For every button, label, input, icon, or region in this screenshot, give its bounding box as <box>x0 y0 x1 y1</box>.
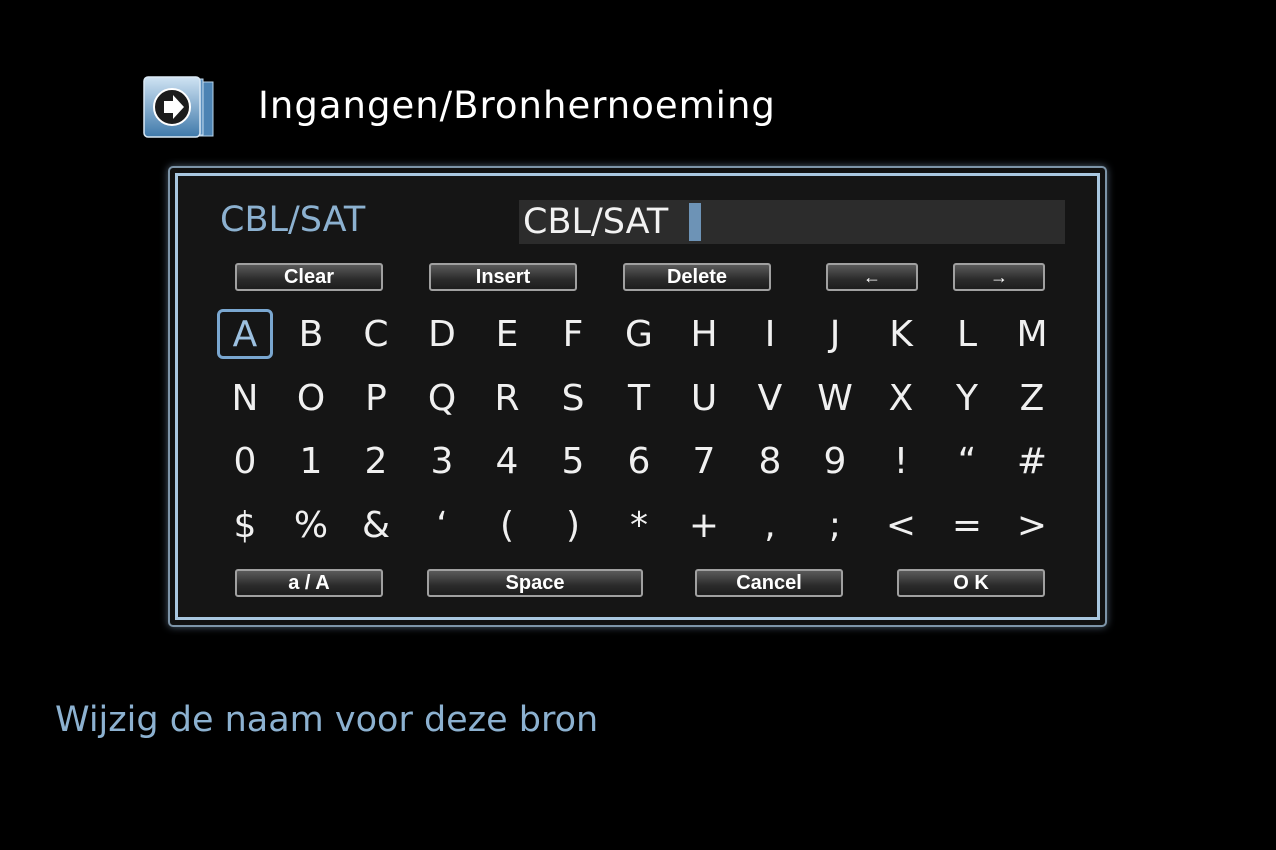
key-3-11[interactable]: = <box>939 500 995 550</box>
cursor-left-button[interactable]: ← <box>826 263 918 291</box>
key-3-3[interactable]: ‘ <box>414 500 470 550</box>
key-0-1[interactable]: B <box>283 309 339 359</box>
key-0-6[interactable]: G <box>611 309 667 359</box>
key-1-12[interactable]: Z <box>1004 373 1060 423</box>
hint-text: Wijzig de naam voor deze bron <box>55 700 599 740</box>
key-3-12[interactable]: > <box>1004 500 1060 550</box>
key-3-7[interactable]: + <box>676 500 732 550</box>
key-1-4[interactable]: R <box>479 373 535 423</box>
ok-button[interactable]: O K <box>897 569 1045 597</box>
key-1-3[interactable]: Q <box>414 373 470 423</box>
key-3-9[interactable]: ; <box>807 500 863 550</box>
cancel-button[interactable]: Cancel <box>695 569 843 597</box>
name-input-value: CBL/SAT <box>523 202 669 242</box>
clear-button[interactable]: Clear <box>235 263 383 291</box>
key-2-12[interactable]: # <box>1004 436 1060 486</box>
key-1-5[interactable]: S <box>545 373 601 423</box>
key-0-3[interactable]: D <box>414 309 470 359</box>
name-input[interactable]: CBL/SAT <box>519 200 1065 244</box>
screen: Ingangen/Bronhernoeming CBL/SAT CBL/SAT … <box>0 0 1276 850</box>
key-3-6[interactable]: * <box>611 500 667 550</box>
case-toggle-button[interactable]: a / A <box>235 569 383 597</box>
key-0-7[interactable]: H <box>676 309 732 359</box>
key-2-5[interactable]: 5 <box>545 436 601 486</box>
key-2-10[interactable]: ! <box>873 436 929 486</box>
key-1-11[interactable]: Y <box>939 373 995 423</box>
key-0-11[interactable]: L <box>939 309 995 359</box>
key-0-9[interactable]: J <box>807 309 863 359</box>
key-3-8[interactable]: , <box>742 500 798 550</box>
key-2-3[interactable]: 3 <box>414 436 470 486</box>
key-2-1[interactable]: 1 <box>283 436 339 486</box>
key-3-1[interactable]: % <box>283 500 339 550</box>
key-2-11[interactable]: “ <box>939 436 995 486</box>
text-cursor <box>689 203 701 241</box>
key-1-0[interactable]: N <box>217 373 273 423</box>
key-2-0[interactable]: 0 <box>217 436 273 486</box>
key-1-1[interactable]: O <box>283 373 339 423</box>
key-2-4[interactable]: 4 <box>479 436 535 486</box>
key-1-8[interactable]: V <box>742 373 798 423</box>
key-3-5[interactable]: ) <box>545 500 601 550</box>
key-1-6[interactable]: T <box>611 373 667 423</box>
key-0-5[interactable]: F <box>545 309 601 359</box>
key-1-7[interactable]: U <box>676 373 732 423</box>
key-0-10[interactable]: K <box>873 309 929 359</box>
key-0-4[interactable]: E <box>479 309 535 359</box>
insert-button[interactable]: Insert <box>429 263 577 291</box>
space-button[interactable]: Space <box>427 569 643 597</box>
key-1-10[interactable]: X <box>873 373 929 423</box>
field-label: CBL/SAT <box>220 200 366 240</box>
key-0-0[interactable]: A <box>217 309 273 359</box>
delete-button[interactable]: Delete <box>623 263 771 291</box>
cursor-right-button[interactable]: → <box>953 263 1045 291</box>
key-0-2[interactable]: C <box>348 309 404 359</box>
key-3-10[interactable]: < <box>873 500 929 550</box>
key-0-8[interactable]: I <box>742 309 798 359</box>
key-2-9[interactable]: 9 <box>807 436 863 486</box>
key-2-2[interactable]: 2 <box>348 436 404 486</box>
key-2-8[interactable]: 8 <box>742 436 798 486</box>
key-2-7[interactable]: 7 <box>676 436 732 486</box>
key-3-4[interactable]: ( <box>479 500 535 550</box>
page-title: Ingangen/Bronhernoeming <box>258 84 776 127</box>
input-arrow-icon <box>143 76 214 138</box>
key-3-0[interactable]: $ <box>217 500 273 550</box>
key-3-2[interactable]: & <box>348 500 404 550</box>
key-1-2[interactable]: P <box>348 373 404 423</box>
key-2-6[interactable]: 6 <box>611 436 667 486</box>
key-1-9[interactable]: W <box>807 373 863 423</box>
key-0-12[interactable]: M <box>1004 309 1060 359</box>
